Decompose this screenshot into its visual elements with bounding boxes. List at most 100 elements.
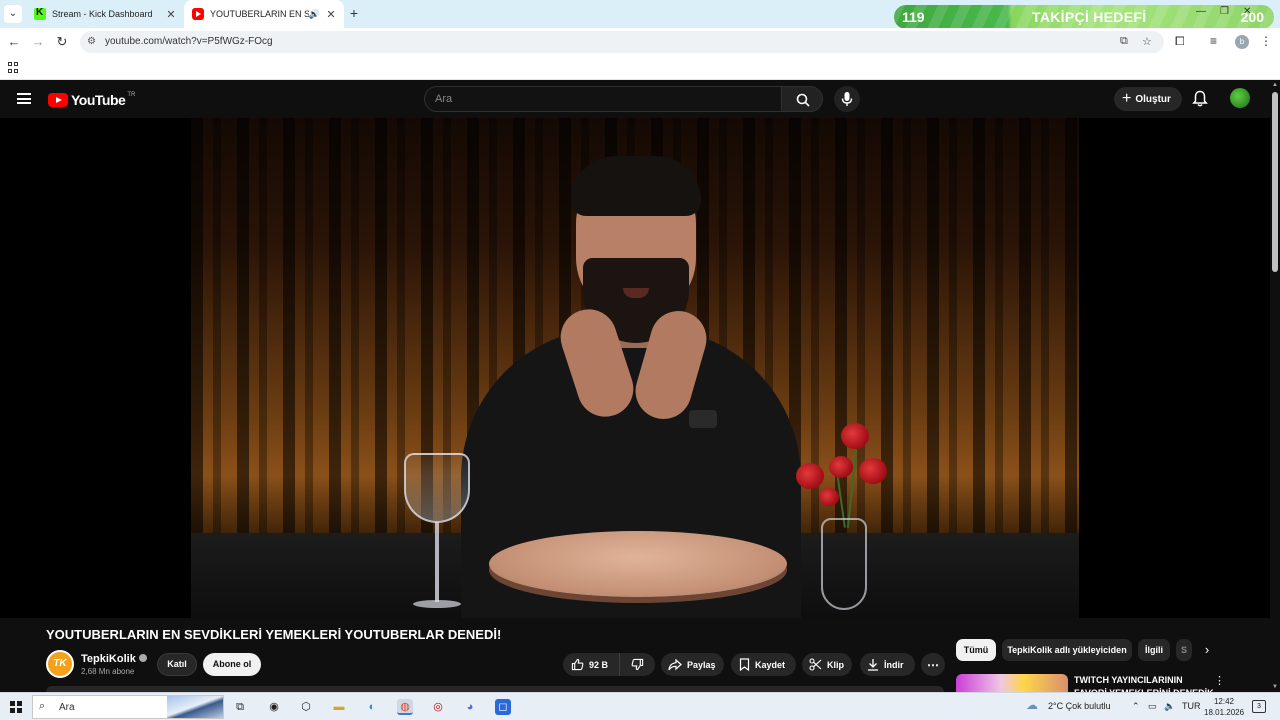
menu-icon[interactable] [17,93,31,104]
save-button[interactable]: Kaydet [731,653,796,676]
chip-from-uploader[interactable]: TepkiKolik adlı yükleyiciden [1002,639,1132,661]
channel-name-text[interactable]: TepkiKolik [81,653,136,665]
chip-partial[interactable]: S [1176,639,1192,661]
bookmarks-bar [0,56,1280,80]
speaker-icon[interactable]: 🔊 [309,9,320,20]
person-hair [571,156,701,216]
extensions-icon[interactable]: ⧠ [1175,34,1185,49]
video-title: YOUTUBERLARIN EN SEVDİKLERİ YEMEKLERİ YO… [46,627,502,642]
close-tab-icon[interactable]: ✕ [164,8,178,21]
recommended-title[interactable]: TWITCH YAYINCILARININ FAVORİ YEMEKLERİNİ… [1074,674,1214,692]
app-square-icon[interactable]: ◻ [495,699,511,715]
browser-menu-icon[interactable]: ⋮ [1260,34,1272,48]
install-app-icon[interactable]: ⧉ [1120,35,1128,48]
scroll-down-icon[interactable]: ▼ [1272,684,1278,690]
youtube-logo[interactable]: YouTube TR [48,92,135,108]
chip-all[interactable]: Tümü [956,639,996,661]
wristwatch [689,410,717,428]
recommended-more-icon[interactable]: ⋮ [1214,674,1225,687]
scroll-up-icon[interactable]: ▲ [1272,82,1278,88]
network-icon[interactable]: ▭ [1148,701,1157,712]
subscribe-button[interactable]: Abone ol [203,653,261,676]
verified-badge-icon [138,654,147,662]
new-tab-button[interactable]: + [346,5,362,21]
like-button[interactable]: 92 B [563,653,620,676]
red-rose [796,463,824,489]
youtube-header: YouTube TR + Oluştur [0,80,1270,118]
kick-favicon-icon [34,7,46,20]
video-frame[interactable] [191,118,1079,618]
media-queue-icon[interactable]: ≡ [1210,34,1217,48]
chip-related[interactable]: İlgili [1138,639,1170,661]
voice-search-button[interactable] [834,86,860,112]
discord-icon[interactable]: ◕ [462,699,478,715]
weather-cloud-icon[interactable]: ☁ [1026,698,1038,712]
reload-icon[interactable]: ↻ [54,34,70,50]
taskbar-clock[interactable]: 12:42 18.01.2026 [1204,696,1244,718]
url-text[interactable]: youtube.com/watch?v=P5fWGz-FOcg [105,36,273,47]
like-count: 92 B [589,659,609,670]
taskbar-search[interactable]: ⌕ Ara [32,695,224,719]
search-field[interactable] [424,86,782,112]
channel-name[interactable]: TepkiKolik [81,653,147,665]
follower-goal-title: TAKİPÇİ HEDEFİ [1032,9,1147,25]
share-button[interactable]: Paylaş [661,653,724,676]
notifications-bell-icon[interactable] [1192,90,1208,108]
task-view-icon[interactable]: ⧉ [232,699,248,715]
chrome-icon[interactable]: ◍ [397,699,413,715]
microphone-icon [841,92,853,106]
language-indicator[interactable]: TUR [1182,701,1201,711]
close-tab-icon[interactable]: ✕ [324,8,338,21]
browser-toolbar: ← → ↻ ⚙ youtube.com/watch?v=P5fWGz-FOcg … [0,28,1280,56]
thumbs-up-icon [571,658,584,671]
create-button[interactable]: + Oluştur [1114,87,1182,111]
dislike-button[interactable] [620,653,654,676]
more-actions-icon[interactable]: ⋯ [921,653,945,676]
tab-search-dropdown-icon[interactable]: ⌄ [4,5,22,23]
notification-center-icon[interactable]: 3 [1252,700,1266,713]
video-player[interactable] [0,118,1270,618]
steam-icon[interactable]: ◉ [266,699,282,715]
bookmark-star-icon[interactable]: ☆ [1142,35,1152,48]
search-input[interactable] [425,87,781,111]
volume-icon[interactable]: 🔈 [1164,701,1175,712]
search-highlight-image [167,696,223,718]
app-icon[interactable]: ⬡ [298,699,314,715]
page-scrollbar[interactable]: ▲ ▼ [1270,80,1280,692]
search-button[interactable] [781,86,823,112]
back-arrow-icon[interactable]: ← [6,34,22,50]
follower-current-count: 119 [902,9,925,25]
plus-icon: + [1122,90,1132,107]
share-label: Paylaş [687,659,716,670]
clip-button[interactable]: Klip [802,653,852,676]
recommended-thumbnail[interactable] [956,674,1068,692]
edge-icon[interactable]: ◐ [364,699,380,715]
apps-grid-icon[interactable] [8,62,19,73]
scrollbar-thumb[interactable] [1272,92,1278,272]
scissors-icon [809,658,822,671]
address-bar[interactable]: ⚙ youtube.com/watch?v=P5fWGz-FOcg ⧉ ☆ [80,31,1164,53]
profile-avatar[interactable]: b [1235,35,1249,49]
browser-tab-bar: ⌄ Stream - Kick Dashboard ✕ YOUTUBERLARI… [0,0,1280,29]
download-button[interactable]: İndir [860,653,915,676]
weather-text[interactable]: 2°C Çok bulutlu [1048,701,1111,711]
tray-chevron-icon[interactable]: ⌃ [1132,701,1140,712]
obs-icon[interactable]: ◎ [430,699,446,715]
site-info-icon[interactable]: ⚙ [87,36,96,47]
minimize-icon[interactable]: — [1196,6,1206,17]
close-window-icon[interactable]: ✕ [1243,6,1251,17]
glass-vase [821,518,867,610]
youtube-play-icon [48,93,68,107]
join-button[interactable]: Katıl [157,653,197,676]
chevron-right-icon[interactable]: › [1198,641,1216,659]
tab-youtube-video[interactable]: YOUTUBERLARIN EN SEVDİ 🔊 ✕ [184,0,344,28]
tab-kick-dashboard[interactable]: Stream - Kick Dashboard ✕ [26,0,184,28]
forward-arrow-icon[interactable]: → [30,34,46,50]
create-label: Oluştur [1135,93,1171,105]
channel-avatar[interactable]: TK [46,650,74,678]
restore-icon[interactable]: ❐ [1220,6,1229,17]
windows-start-icon[interactable] [10,701,22,713]
account-avatar[interactable] [1230,88,1250,108]
wine-glass [404,453,470,523]
file-explorer-icon[interactable]: ▬ [331,699,347,715]
